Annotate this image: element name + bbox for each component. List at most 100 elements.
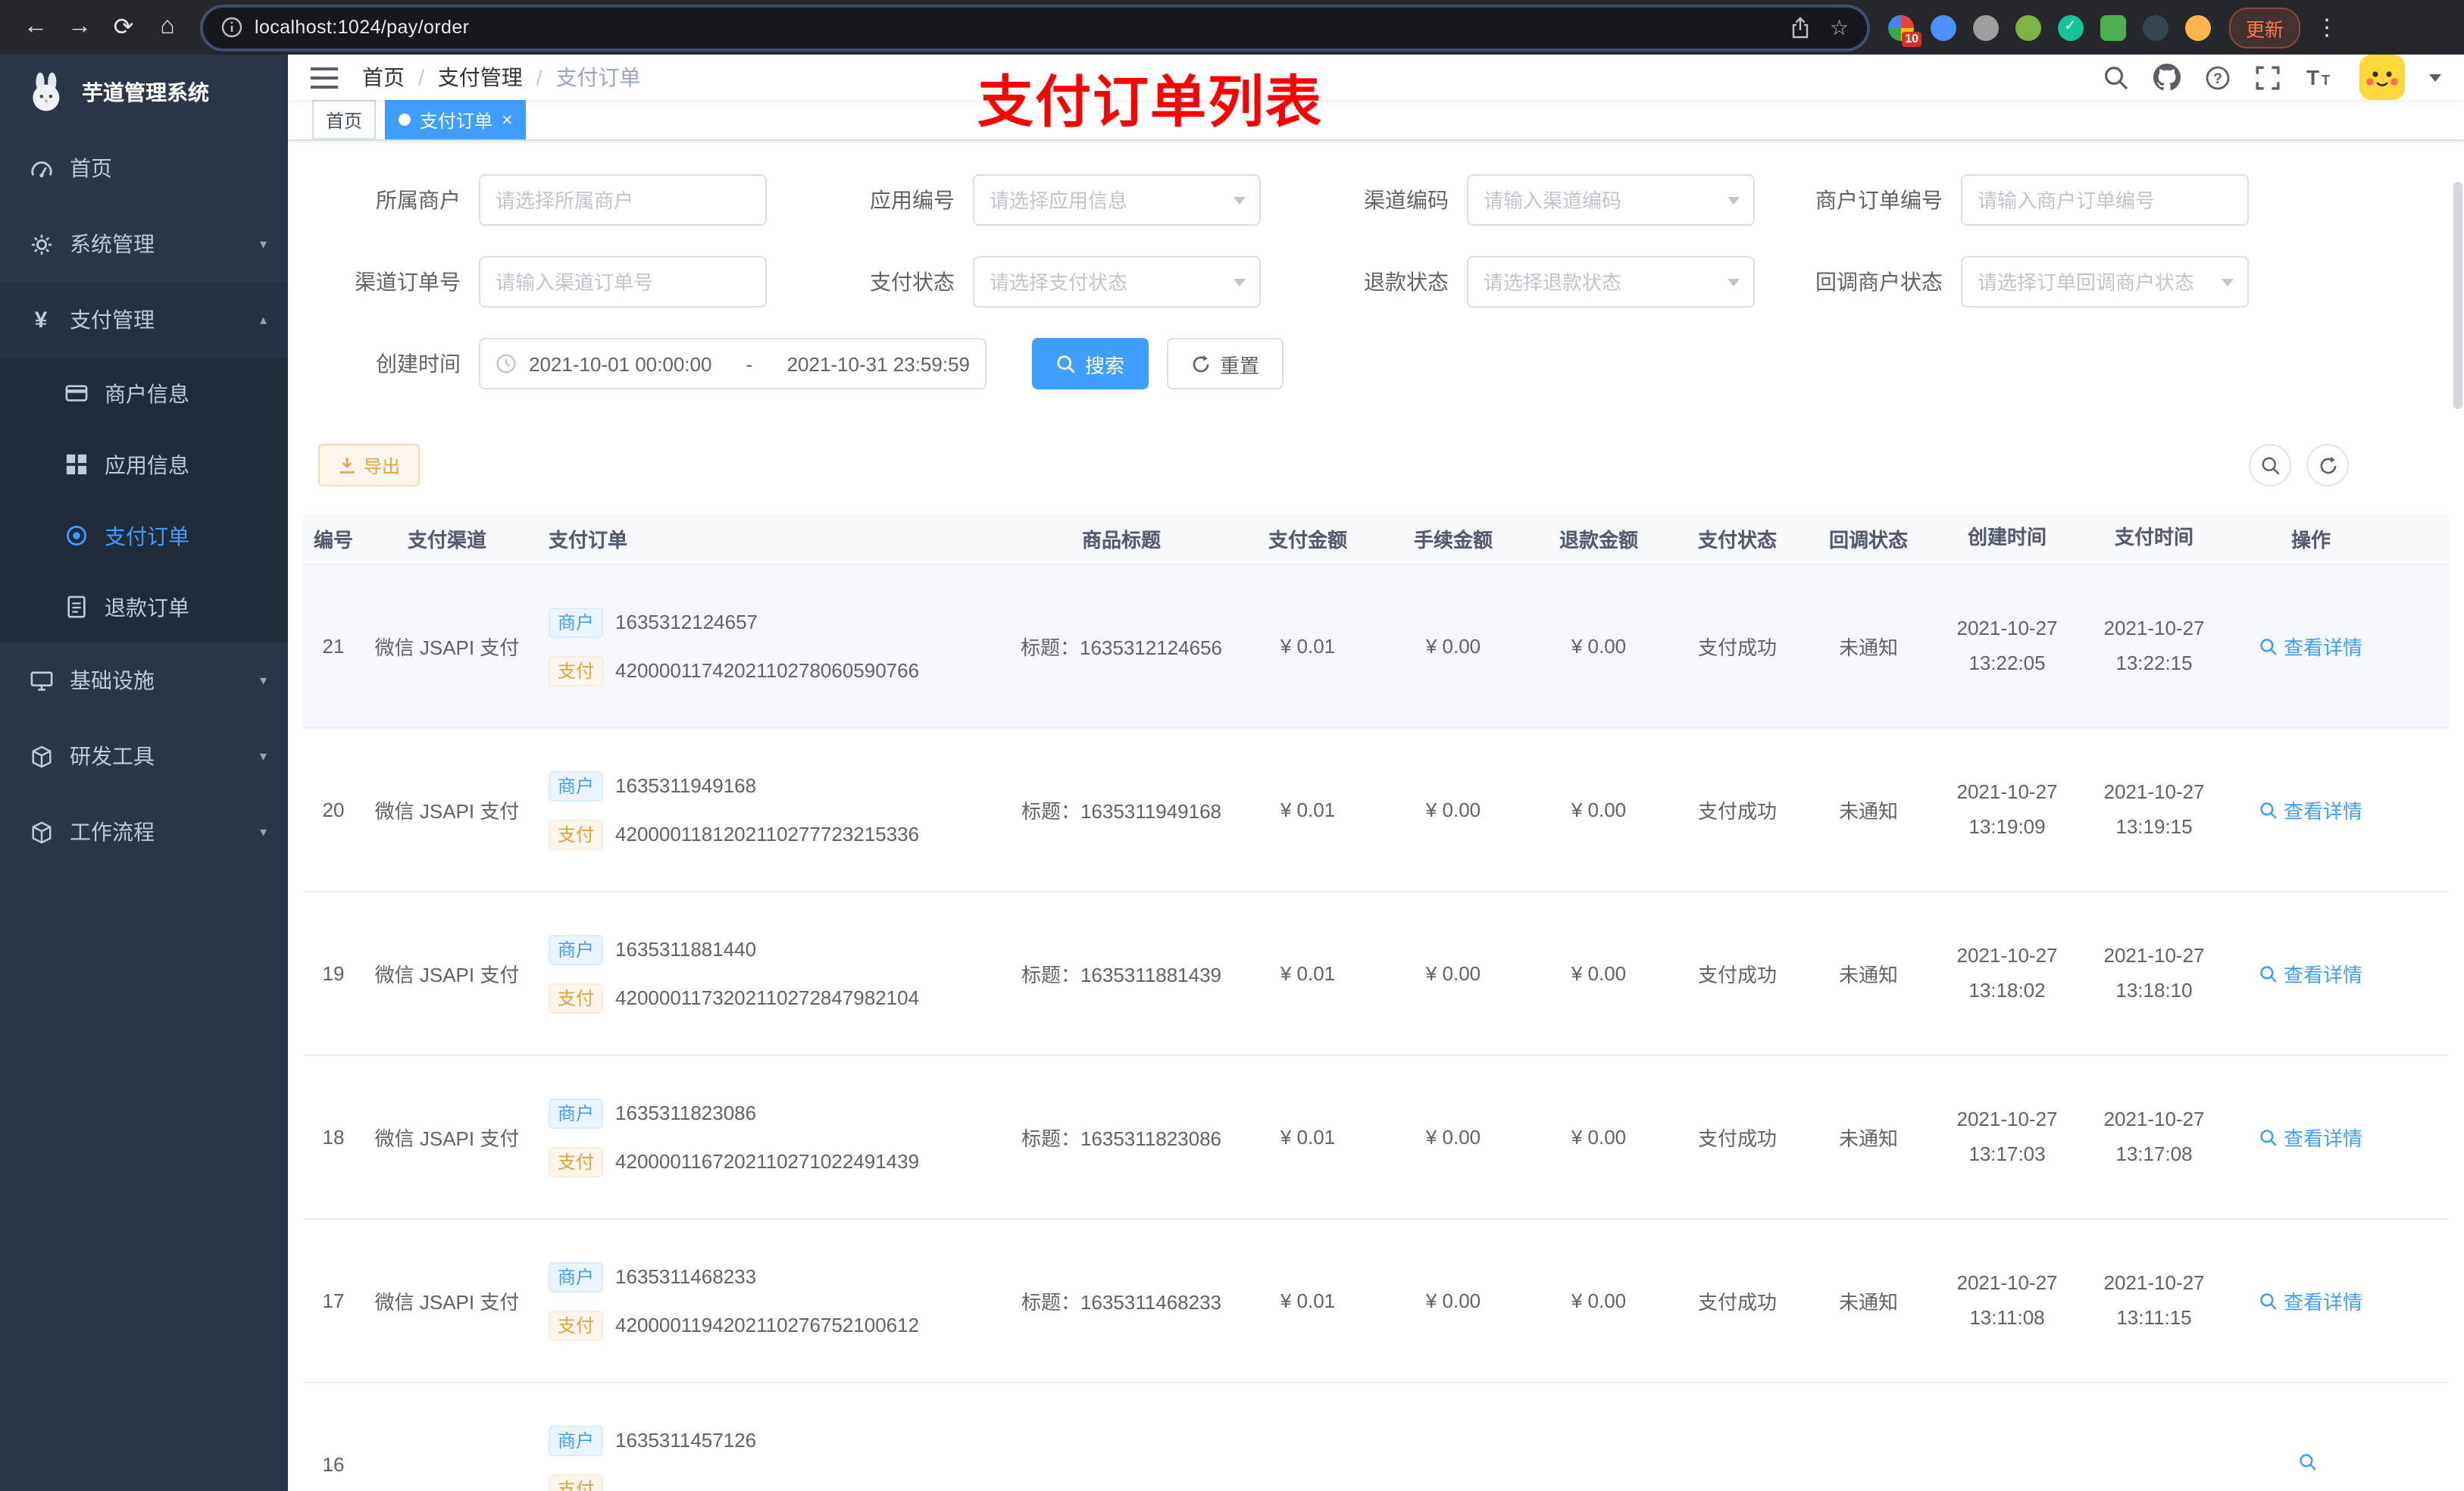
refresh-icon[interactable]: [2306, 444, 2349, 486]
font-size-icon[interactable]: TT: [2305, 65, 2335, 89]
cube-icon: [29, 820, 53, 844]
yen-icon: ¥: [34, 307, 48, 333]
fee-amount: ¥ 0.00: [1425, 635, 1481, 658]
view-detail-link[interactable]: 查看详情: [2259, 1123, 2362, 1152]
sidebar-item-payment[interactable]: ¥ 支付管理 ▴: [0, 282, 288, 358]
question-icon[interactable]: ?: [2205, 64, 2231, 90]
caret-down-icon[interactable]: [2429, 73, 2441, 81]
notify-status-select[interactable]: [1961, 256, 2249, 308]
tags-view: 首页 支付订单 ×: [288, 100, 2464, 141]
view-detail-link[interactable]: 查看详情: [2259, 959, 2362, 988]
reset-button[interactable]: 重置: [1167, 338, 1284, 389]
view-detail-link[interactable]: 查看详情: [2259, 1286, 2362, 1315]
order-id: 17: [322, 1289, 345, 1312]
breadcrumb-home[interactable]: 首页: [362, 62, 405, 92]
forward-icon[interactable]: →: [59, 7, 100, 48]
export-button[interactable]: 导出: [318, 444, 421, 486]
tab-pay-order[interactable]: 支付订单 ×: [385, 100, 527, 139]
extension-icon[interactable]: [1931, 14, 1956, 40]
merchant-tag: 商户: [549, 771, 604, 801]
pay-order-no: 4200001181202110277723215336: [615, 823, 920, 846]
sidebar-item-merchant-info[interactable]: 商户信息: [0, 358, 288, 429]
app-id-select[interactable]: [973, 174, 1261, 226]
app-title: 芋道管理系统: [82, 80, 209, 105]
create-time-range-picker[interactable]: 2021-10-01 00:00:00 - 2021-10-31 23:59:5…: [479, 338, 987, 389]
sidebar-item-workflow[interactable]: 工作流程 ▾: [0, 794, 288, 870]
back-icon[interactable]: ←: [15, 7, 56, 48]
pay-order-cell: 商户 1635312124657 支付 42000011742021102780…: [530, 607, 1008, 686]
browser-window: ← → ⟳ ⌂ localhost:1024/pay/order ☆ 10 ✓ …: [0, 0, 2464, 1491]
action-cell: 查看详情: [2228, 796, 2394, 824]
share-icon[interactable]: [1790, 16, 1812, 39]
browser-nav-buttons: ← → ⟳ ⌂: [15, 7, 188, 48]
extension-icon[interactable]: [2143, 14, 2169, 40]
sidebar-item-home[interactable]: 首页: [0, 130, 288, 206]
pay-order-no: 4200001194202110276752100612: [615, 1314, 920, 1336]
sidebar-item-infra[interactable]: 基础设施 ▾: [0, 642, 288, 718]
pay-channel: 微信 JSAPI 支付: [374, 1291, 520, 1314]
chevron-down-icon: [1234, 278, 1246, 286]
view-detail-link[interactable]: 查看详情: [2259, 632, 2362, 661]
fee-amount: ¥ 0.00: [1425, 1289, 1481, 1312]
pay-time: 2021-10-27 13:18:10: [2103, 944, 2205, 1001]
toggle-search-icon[interactable]: [2249, 444, 2291, 486]
reload-icon[interactable]: ⟳: [103, 7, 144, 48]
extension-icon[interactable]: [2015, 14, 2041, 40]
search-icon[interactable]: [2103, 64, 2129, 90]
refund-status-select[interactable]: [1467, 256, 1755, 308]
sidebar-item-refund-order[interactable]: 退款订单: [0, 571, 288, 642]
sidebar-item-app-info[interactable]: 应用信息: [0, 429, 288, 500]
col-amount: 支付金额: [1268, 529, 1347, 552]
create-time: 2021-10-27 13:18:02: [1956, 944, 2058, 1001]
sidebar-toggle-icon[interactable]: [311, 66, 338, 89]
tab-home[interactable]: 首页: [312, 100, 377, 139]
sidebar-item-system[interactable]: 系统管理 ▾: [0, 206, 288, 282]
create-time: 2021-10-27 13:11:08: [1956, 1271, 2058, 1328]
col-title: 商品标题: [1081, 529, 1161, 552]
search-button[interactable]: 搜索: [1032, 338, 1149, 389]
page-annotation: 支付订单列表: [977, 71, 1323, 133]
view-detail-link[interactable]: [2299, 1453, 2323, 1471]
merchant-select[interactable]: [479, 174, 767, 226]
channel-order-no-input[interactable]: [479, 256, 767, 308]
channel-code-select[interactable]: [1467, 174, 1755, 226]
scrollbar[interactable]: [2453, 182, 2462, 1491]
view-detail-link[interactable]: 查看详情: [2259, 796, 2362, 824]
merchant-order-no: 1635311949168: [615, 774, 757, 797]
tab-label: 支付订单: [420, 110, 493, 131]
table-row: 19 微信 JSAPI 支付 商户 1635311881440 支付 42000…: [303, 892, 2449, 1056]
bankcard-icon: [64, 381, 88, 405]
bookmark-star-icon[interactable]: ☆: [1830, 14, 1849, 40]
site-info-icon[interactable]: [221, 17, 242, 38]
scrollbar-thumb[interactable]: [2453, 182, 2462, 409]
sidebar-item-pay-order[interactable]: 支付订单: [0, 500, 288, 571]
extension-icon[interactable]: 10: [1888, 14, 1921, 46]
home-icon[interactable]: ⌂: [147, 7, 188, 48]
extension-icon[interactable]: [2058, 14, 2084, 40]
extension-icon[interactable]: [2185, 14, 2211, 40]
fullscreen-icon[interactable]: [2255, 64, 2281, 90]
browser-update-button[interactable]: 更新: [2229, 7, 2301, 48]
sidebar-item-dev-tools[interactable]: 研发工具 ▾: [0, 718, 288, 794]
date-separator: -: [746, 352, 753, 375]
pay-amount: ¥ 0.01: [1280, 1289, 1336, 1312]
breadcrumb-pay-manage[interactable]: 支付管理: [438, 62, 523, 92]
pay-status: 支付成功: [1697, 1291, 1777, 1314]
chevron-down-icon: [1728, 278, 1740, 286]
table-toolbar: 导出: [288, 444, 2464, 486]
avatar[interactable]: [2359, 55, 2405, 100]
pay-status-select[interactable]: [973, 256, 1261, 308]
action-cell: 查看详情: [2228, 959, 2394, 988]
github-icon[interactable]: [2153, 64, 2181, 91]
sidebar-item-label: 首页: [70, 156, 112, 180]
close-icon[interactable]: ×: [502, 109, 512, 130]
field-label: 应用编号: [870, 188, 955, 212]
breadcrumb: 首页 / 支付管理 / 支付订单: [362, 62, 641, 92]
pay-tag: 支付: [549, 1474, 604, 1491]
address-bar[interactable]: localhost:1024/pay/order ☆: [203, 7, 1867, 48]
extension-icon[interactable]: [1973, 14, 1999, 40]
browser-menu-icon[interactable]: ⋮: [2315, 14, 2340, 41]
merchant-order-no-input[interactable]: [1961, 174, 2249, 226]
action-cell: 查看详情: [2228, 1286, 2394, 1315]
extension-icon[interactable]: [2100, 14, 2126, 40]
